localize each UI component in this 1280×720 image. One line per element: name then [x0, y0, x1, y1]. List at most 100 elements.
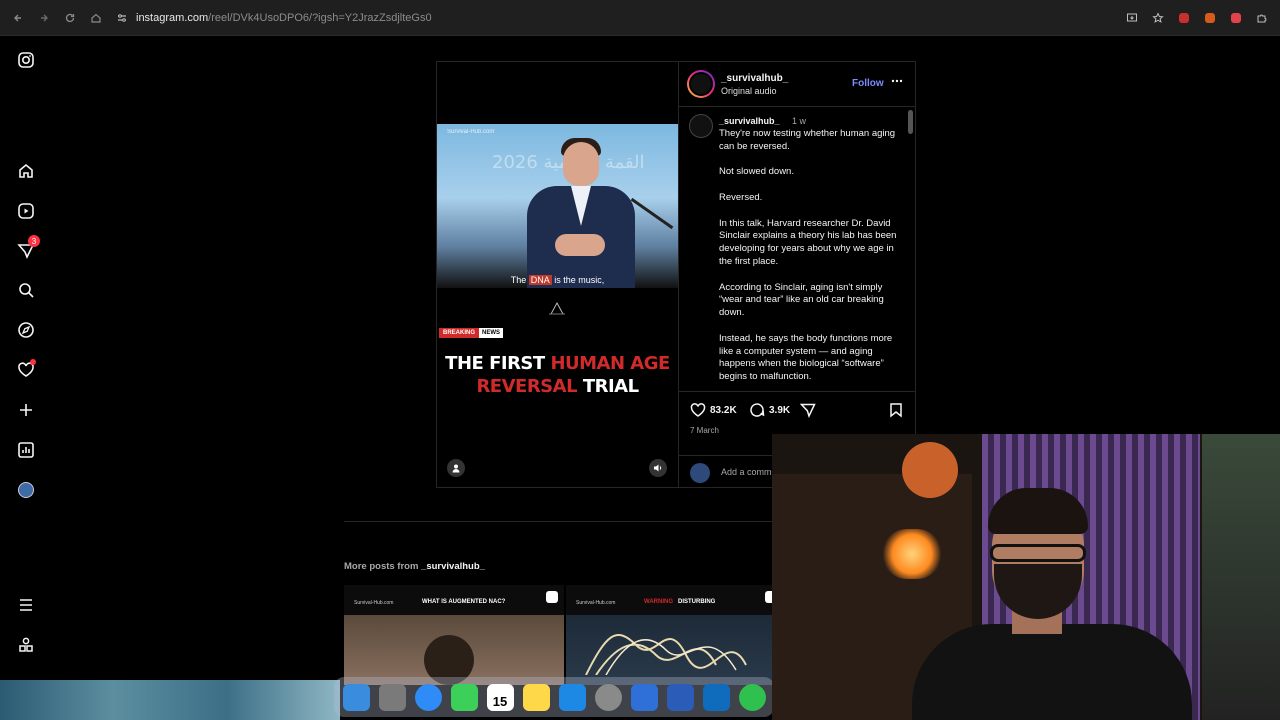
- also-from-meta-icon[interactable]: [14, 633, 38, 657]
- caption-paragraph: In this talk, Harvard researcher Dr. Dav…: [719, 217, 897, 267]
- search-icon[interactable]: [14, 278, 38, 302]
- sound-toggle-icon[interactable]: [649, 459, 667, 477]
- more-post-thumbnail[interactable]: Survival-Hub.com WHAT IS AUGMENTED NAC?: [344, 585, 564, 685]
- post-side-panel: _survivalhub_ Original audio Follow _sur…: [678, 62, 916, 487]
- author-username[interactable]: _survivalhub_: [721, 73, 788, 84]
- profile-avatar[interactable]: [14, 478, 38, 502]
- caption-text: They're now testing whether human aging …: [719, 128, 899, 391]
- comment-count: 3.9K: [769, 404, 791, 416]
- caption-paragraph: They're now testing whether human aging …: [719, 128, 896, 152]
- thumb-site: Survival-Hub.com: [576, 600, 616, 606]
- comment-input[interactable]: Add a comm: [721, 467, 772, 477]
- home-icon[interactable]: [84, 6, 108, 30]
- author-avatar[interactable]: [687, 70, 715, 98]
- headline-part-red: HUMAN AGE: [550, 353, 670, 374]
- headline-part-red: REVERSAL: [476, 376, 578, 397]
- caption-paragraph: According to Sinclair, aging isn't simpl…: [719, 281, 884, 319]
- url-domain: instagram.com: [136, 12, 209, 24]
- headline-part: TRIAL: [577, 376, 639, 397]
- notifications-heart-icon[interactable]: [14, 358, 38, 382]
- extension-adblock-icon[interactable]: [1226, 8, 1246, 28]
- screen: instagram.com/reel/DVk4UsoDPO6/?igsh=Y2J…: [0, 0, 1280, 720]
- more-post-thumbnail[interactable]: Survival-Hub.com WARNING DISTURBING: [566, 585, 772, 685]
- microphone: [630, 197, 674, 230]
- reels-icon[interactable]: [14, 199, 38, 223]
- caption-avatar[interactable]: [689, 114, 713, 138]
- macos-dock: 15: [334, 677, 774, 717]
- menu-icon[interactable]: [14, 593, 38, 617]
- safari-icon[interactable]: [414, 683, 442, 711]
- caption-time: 1 w: [792, 116, 807, 126]
- calendar-icon[interactable]: 15: [486, 683, 514, 711]
- bookmark-star-icon[interactable]: [1148, 8, 1168, 28]
- facetime-icon[interactable]: [450, 683, 478, 711]
- speaker-head: [563, 142, 599, 186]
- messages-badge: 3: [28, 235, 40, 247]
- speaker-hands: [555, 234, 605, 256]
- webcam-person: [902, 474, 1192, 720]
- reload-icon[interactable]: [58, 6, 82, 30]
- whatsapp-icon[interactable]: [738, 683, 766, 711]
- address-bar[interactable]: instagram.com/reel/DVk4UsoDPO6/?igsh=Y2J…: [108, 6, 1168, 30]
- calendar-day: 15: [492, 693, 508, 709]
- video-watermark: Survival-Hub.com: [447, 129, 495, 135]
- subtitle-text-end: is the music,: [551, 275, 605, 285]
- video-headline: THE FIRST HUMAN AGE REVERSAL TRIAL: [437, 352, 678, 398]
- video-subtitle: The DNA is the music,: [437, 275, 678, 285]
- more-posts-heading: More posts from _survivalhub_: [344, 561, 485, 572]
- caption-paragraph: Instead, he says the body functions more…: [719, 332, 893, 383]
- caption-scrollbar[interactable]: [908, 110, 913, 134]
- post-header: _survivalhub_ Original audio Follow: [679, 62, 916, 107]
- extension-red-icon[interactable]: [1174, 8, 1194, 28]
- subtitle-highlight: DNA: [528, 275, 552, 285]
- browser-actions: [1122, 8, 1272, 28]
- thumb-site: Survival-Hub.com: [354, 600, 394, 606]
- like-button[interactable]: 83.2K: [690, 402, 737, 418]
- comment-button[interactable]: 3.9K: [749, 402, 790, 418]
- site-settings-icon[interactable]: [114, 10, 130, 26]
- follow-button[interactable]: Follow: [852, 78, 884, 89]
- reel-video[interactable]: Survival-Hub.com القمة العالمية 2026 The…: [437, 62, 678, 487]
- forward-icon[interactable]: [32, 6, 56, 30]
- post-date: 7 March: [690, 426, 719, 435]
- messages-icon[interactable]: 3: [14, 235, 40, 263]
- create-plus-icon[interactable]: [14, 398, 38, 422]
- extensions-puzzle-icon[interactable]: [1252, 8, 1272, 28]
- audio-label[interactable]: Original audio: [721, 86, 777, 96]
- share-icon[interactable]: [800, 402, 820, 418]
- tag-news: NEWS: [479, 328, 504, 338]
- url-path: /reel/DVk4UsoDPO6/?igsh=Y2JrazZsdjlteGs0: [208, 12, 432, 24]
- install-app-icon[interactable]: [1122, 8, 1142, 28]
- desktop-wallpaper: [0, 680, 340, 720]
- extension-orange-icon[interactable]: [1200, 8, 1220, 28]
- tagged-users-icon[interactable]: [447, 459, 465, 477]
- more-options-icon[interactable]: [890, 74, 904, 88]
- system-settings-icon[interactable]: [594, 683, 622, 711]
- dashboard-icon[interactable]: [14, 438, 38, 462]
- outlook-icon[interactable]: [702, 683, 730, 711]
- finder-icon[interactable]: [342, 683, 370, 711]
- app-store-icon[interactable]: [558, 683, 586, 711]
- notes-icon[interactable]: [522, 683, 550, 711]
- thumb-title: WHAT IS AUGMENTED NAC?: [422, 599, 506, 605]
- channel-logo-icon: [549, 301, 565, 317]
- launchpad-icon[interactable]: [378, 683, 406, 711]
- instagram-logo-icon[interactable]: [14, 48, 38, 72]
- caption-username[interactable]: _survivalhub_: [719, 116, 780, 126]
- more-posts-prefix: More posts from: [344, 561, 422, 572]
- simulator-icon[interactable]: [630, 683, 658, 711]
- reel-icon: [546, 591, 558, 603]
- notification-dot: [30, 359, 36, 365]
- reel-icon: [765, 591, 772, 603]
- home-icon[interactable]: [14, 159, 38, 183]
- word-icon[interactable]: [666, 683, 694, 711]
- save-bookmark-icon[interactable]: [888, 402, 908, 418]
- tag-breaking: BREAKING: [439, 328, 480, 338]
- back-icon[interactable]: [6, 6, 30, 30]
- caption-area[interactable]: _survivalhub_ 1 w They're now testing wh…: [679, 108, 916, 391]
- explore-compass-icon[interactable]: [14, 318, 38, 342]
- caption-paragraph: Not slowed down.: [719, 166, 794, 178]
- breaking-news-tag: BREAKING NEWS: [439, 328, 504, 338]
- more-posts-user[interactable]: _survivalhub_: [421, 561, 485, 572]
- thumb-strands-graphic: [585, 634, 747, 675]
